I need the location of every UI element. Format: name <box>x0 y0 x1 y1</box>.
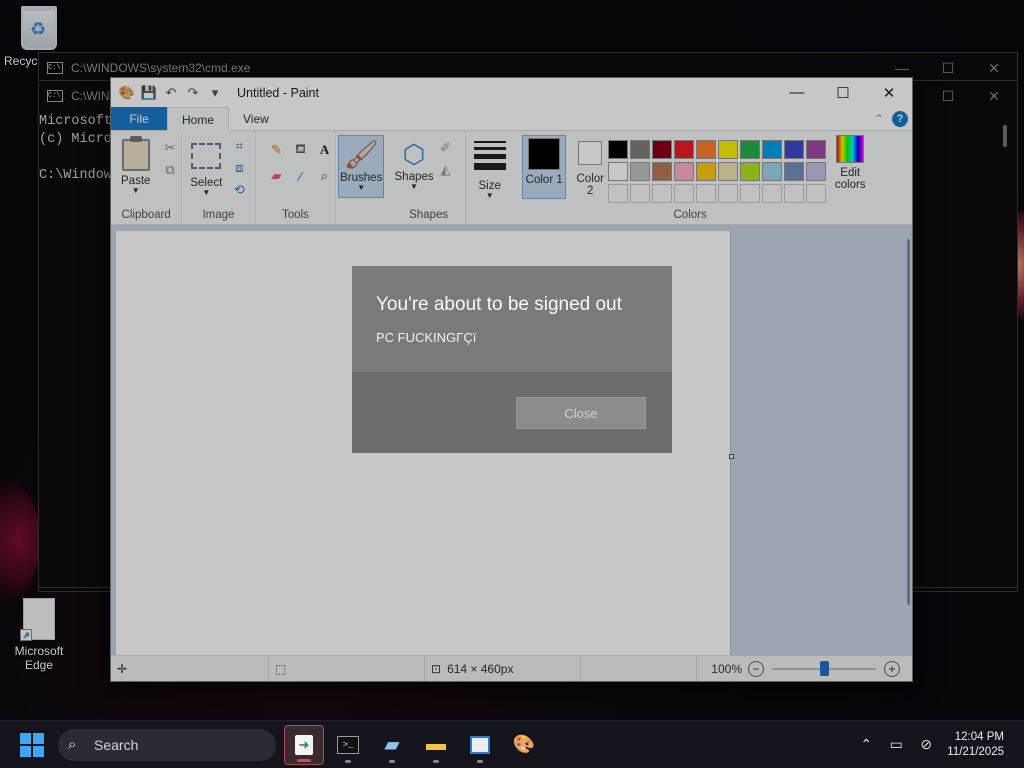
taskbar-app-file-explorer[interactable]: ▬ <box>416 725 456 765</box>
paint-palette-icon: 🎨 <box>512 734 536 754</box>
search-placeholder: Search <box>94 736 139 753</box>
system-tray: ⌃ ▭ ⊘ 12:04 PM 11/21/2025 <box>851 730 1024 760</box>
clock-date: 11/21/2025 <box>947 745 1004 758</box>
search-box[interactable]: ⌕ Search <box>58 728 276 761</box>
taskbar-app-file-transfer[interactable]: ➜ <box>284 724 324 765</box>
network-icon[interactable]: ⊘ <box>911 736 941 753</box>
file-transfer-icon: ➜ <box>295 734 313 755</box>
dialog-title: You're about to be signed out <box>376 294 622 315</box>
start-button[interactable] <box>20 732 44 757</box>
taskbar-app-paint[interactable]: 🎨 <box>504 725 544 765</box>
taskbar-app-terminal[interactable]: >_ <box>328 725 368 765</box>
clock[interactable]: 12:04 PM 11/21/2025 <box>947 730 1004 760</box>
folder-icon: ▬ <box>426 733 446 755</box>
notepad-icon: ▰ <box>384 734 400 756</box>
search-icon: ⌕ <box>68 735 77 753</box>
chevron-up-icon[interactable]: ⌃ <box>851 736 881 753</box>
app-window-icon <box>470 735 490 754</box>
close-button[interactable]: Close <box>516 397 646 429</box>
signout-dialog: You're about to be signed out PC FUCKING… <box>352 266 672 453</box>
taskbar-app-window[interactable] <box>460 725 500 765</box>
taskbar-app-notepad[interactable]: ▰ <box>372 725 412 765</box>
terminal-icon: >_ <box>337 735 359 754</box>
dialog-message: PC FUCKINGΓÇï <box>376 330 477 345</box>
taskbar-apps: ➜ >_ ▰ ▬ 🎨 <box>282 724 546 765</box>
taskbar: ⌕ Search ➜ >_ ▰ ▬ 🎨 ⌃ ▭ ⊘ 12:04 PM 11/21… <box>0 720 1024 768</box>
display-icon[interactable]: ▭ <box>881 736 911 753</box>
clock-time: 12:04 PM <box>954 730 1004 743</box>
